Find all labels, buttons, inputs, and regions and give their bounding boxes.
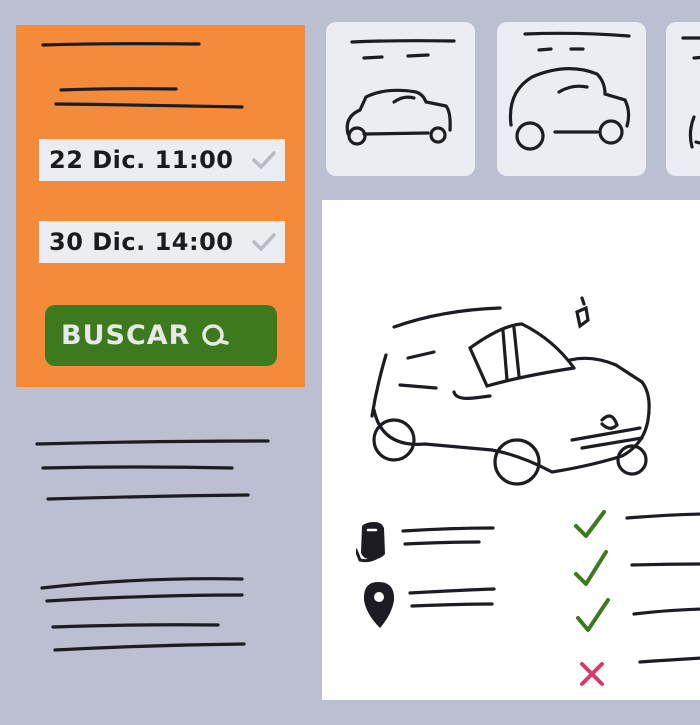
feature-fuel	[356, 520, 506, 565]
search-icon	[202, 323, 230, 346]
sidebar-text-block	[35, 439, 270, 652]
feature-fuel-text	[401, 526, 495, 546]
check-icon	[252, 151, 276, 170]
check-icon	[574, 596, 614, 636]
location-pin-icon	[363, 582, 395, 628]
car-icon	[345, 39, 456, 146]
search-panel-header-text	[41, 42, 244, 109]
search-button-label: BUSCAR	[61, 320, 191, 351]
search-panel: 22 Dic. 11:00 30 Dic. 14:00 BUSCAR	[16, 25, 305, 387]
return-date-field[interactable]: 30 Dic. 14:00	[39, 221, 285, 263]
cross-icon	[578, 660, 608, 690]
car-icon	[681, 36, 700, 149]
car-option-1[interactable]	[326, 22, 475, 176]
pickup-date-value: 22 Dic. 11:00	[49, 146, 234, 174]
car-option-3[interactable]	[666, 22, 700, 176]
car-illustration	[370, 296, 651, 486]
feature-location	[360, 580, 496, 635]
checklist-text	[625, 512, 700, 664]
check-icon	[572, 506, 612, 546]
car-icon	[508, 31, 631, 151]
car-option-2[interactable]	[497, 22, 646, 176]
search-button[interactable]: BUSCAR	[45, 305, 277, 366]
check-icon	[572, 548, 612, 590]
car-detail-panel	[322, 200, 700, 700]
pickup-date-field[interactable]: 22 Dic. 11:00	[39, 139, 285, 181]
return-date-value: 30 Dic. 14:00	[49, 228, 234, 256]
check-icon	[252, 233, 276, 252]
feature-location-text	[408, 587, 496, 608]
